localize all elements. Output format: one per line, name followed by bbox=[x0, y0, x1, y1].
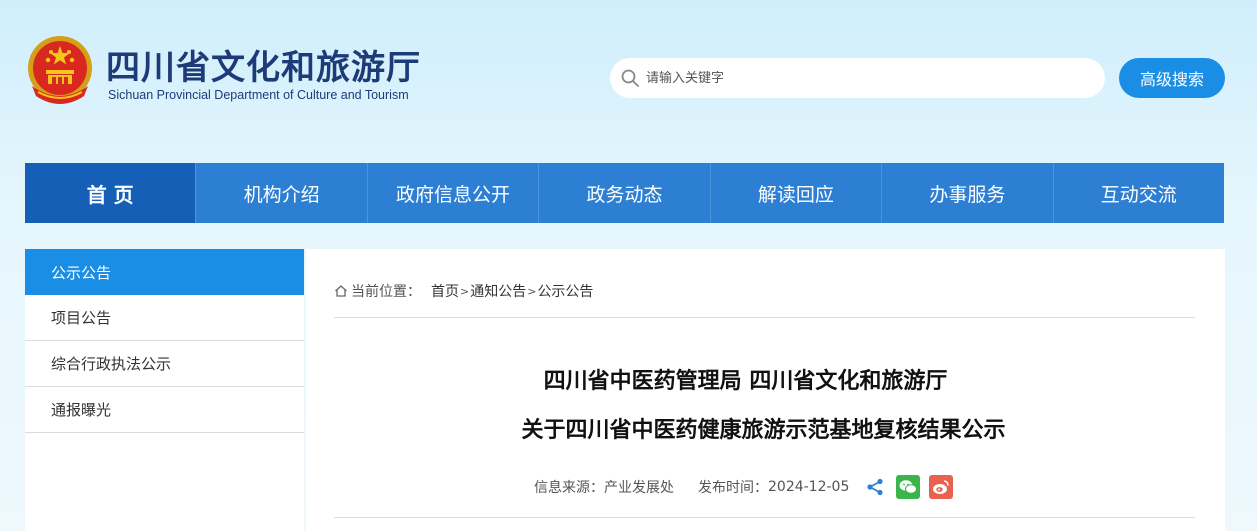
weibo-icon[interactable] bbox=[929, 475, 954, 499]
home-icon bbox=[335, 285, 347, 297]
sidebar-item-notices[interactable]: 公示公告 bbox=[25, 249, 304, 295]
divider bbox=[334, 317, 1195, 318]
source-label: 信息来源： bbox=[534, 480, 604, 496]
main-nav: 首 页 机构介绍 政府信息公开 政务动态 解读回应 办事服务 互动交流 bbox=[25, 163, 1224, 223]
sidebar-item-enforcement[interactable]: 综合行政执法公示 bbox=[25, 341, 304, 387]
advanced-search-button[interactable]: 高级搜索 bbox=[1119, 58, 1225, 98]
article-title-line2: 关于四川省中医药健康旅游示范基地复核结果公示 bbox=[521, 418, 1006, 443]
breadcrumb-prefix: 当前位置： bbox=[351, 284, 421, 300]
nav-item-services[interactable]: 办事服务 bbox=[882, 163, 1054, 223]
main-content: 当前位置： 首页 > 通知公告 > 公示公告 四川省中医药管理局 四川省文化和旅… bbox=[306, 249, 1225, 531]
article-meta: 信息来源： 产业发展处 发布时间： 2024-12-05 bbox=[534, 475, 954, 499]
nav-item-interpretation[interactable]: 解读回应 bbox=[711, 163, 883, 223]
breadcrumb-public-notices[interactable]: 公示公告 bbox=[537, 281, 593, 301]
nav-item-about[interactable]: 机构介绍 bbox=[196, 163, 368, 223]
national-emblem-icon bbox=[28, 36, 92, 104]
sidebar: 公示公告 项目公告 综合行政执法公示 通报曝光 bbox=[25, 249, 304, 531]
sidebar-filler bbox=[25, 433, 304, 531]
breadcrumb-home[interactable]: 首页 bbox=[431, 281, 459, 301]
breadcrumb-separator: > bbox=[527, 284, 537, 298]
search-icon[interactable] bbox=[620, 68, 640, 88]
site-subtitle: Sichuan Provincial Department of Culture… bbox=[108, 88, 409, 102]
nav-item-home[interactable]: 首 页 bbox=[25, 163, 197, 223]
site-header: 四川省文化和旅游厅 Sichuan Provincial Department … bbox=[0, 0, 1257, 160]
wechat-icon[interactable] bbox=[896, 475, 921, 499]
nav-item-interaction[interactable]: 互动交流 bbox=[1054, 163, 1224, 223]
article-title-line1: 四川省中医药管理局 四川省文化和旅游厅 bbox=[543, 369, 948, 394]
nav-item-gov-info[interactable]: 政府信息公开 bbox=[368, 163, 540, 223]
search-box bbox=[610, 58, 1105, 98]
nav-item-news[interactable]: 政务动态 bbox=[539, 163, 711, 223]
search-input[interactable] bbox=[646, 70, 1066, 86]
breadcrumb-separator: > bbox=[460, 284, 470, 298]
share-icon[interactable] bbox=[863, 475, 887, 499]
site-title: 四川省文化和旅游厅 bbox=[106, 48, 421, 88]
breadcrumb: 当前位置： 首页 > 通知公告 > 公示公告 bbox=[334, 281, 593, 301]
date-label: 发布时间： bbox=[698, 480, 768, 496]
breadcrumb-notices[interactable]: 通知公告 bbox=[470, 281, 526, 301]
sidebar-item-projects[interactable]: 项目公告 bbox=[25, 295, 304, 341]
sidebar-item-reports[interactable]: 通报曝光 bbox=[25, 387, 304, 433]
divider bbox=[334, 517, 1195, 518]
date-value: 2024-12-05 bbox=[768, 479, 850, 495]
share-bar bbox=[863, 475, 954, 499]
source-value: 产业发展处 bbox=[604, 480, 674, 496]
